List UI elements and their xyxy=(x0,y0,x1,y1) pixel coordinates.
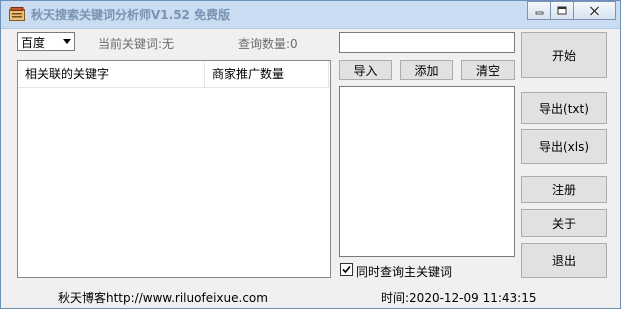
export-txt-button[interactable]: 导出(txt) xyxy=(521,92,607,124)
search-engine-value: 百度 xyxy=(21,36,46,50)
close-icon xyxy=(589,5,600,16)
column-header-related-keyword[interactable]: 相关联的关键字 xyxy=(18,61,205,87)
checkmark-icon xyxy=(342,265,351,274)
also-query-main-label[interactable]: 同时查询主关键词 xyxy=(356,263,452,280)
maximize-button[interactable] xyxy=(550,1,573,20)
minimize-icon xyxy=(535,11,543,15)
blog-link[interactable]: 秋天博客http://www.riluofeixue.com xyxy=(58,289,268,306)
title-bar[interactable]: 秋天搜索关键词分析师V1.52 免费版 xyxy=(1,1,620,29)
export-xls-button[interactable]: 导出(xls) xyxy=(521,129,607,164)
close-button[interactable] xyxy=(573,1,616,20)
app-window: 秋天搜索关键词分析师V1.52 免费版 百度 当前关键词:无 查询数量:0 相关… xyxy=(0,0,621,309)
table-header: 相关联的关键字 商家推广数量 xyxy=(18,61,330,88)
query-count-label: 查询数量:0 xyxy=(238,37,298,51)
minimize-button[interactable] xyxy=(527,1,550,20)
exit-button[interactable]: 退出 xyxy=(521,243,607,278)
about-button[interactable]: 关于 xyxy=(521,209,607,237)
keyword-input[interactable] xyxy=(339,32,515,53)
keyword-list-box[interactable] xyxy=(339,86,515,257)
start-button[interactable]: 开始 xyxy=(521,32,607,78)
column-header-promotion-count[interactable]: 商家推广数量 xyxy=(205,61,329,87)
search-engine-select[interactable]: 百度 xyxy=(17,32,75,51)
related-keywords-table[interactable]: 相关联的关键字 商家推广数量 xyxy=(17,60,331,278)
current-keyword-label: 当前关键词:无 xyxy=(98,37,175,51)
clear-button[interactable]: 清空 xyxy=(461,60,515,80)
register-button[interactable]: 注册 xyxy=(521,176,607,203)
current-time: 时间:2020-12-09 11:43:15 xyxy=(381,291,537,305)
import-button[interactable]: 导入 xyxy=(339,60,392,80)
chevron-down-icon xyxy=(63,39,71,44)
also-query-main-checkbox[interactable] xyxy=(340,263,353,276)
add-button[interactable]: 添加 xyxy=(400,60,453,80)
app-icon xyxy=(9,7,25,21)
maximize-icon xyxy=(557,6,567,15)
window-title: 秋天搜索关键词分析师V1.52 免费版 xyxy=(31,8,231,22)
